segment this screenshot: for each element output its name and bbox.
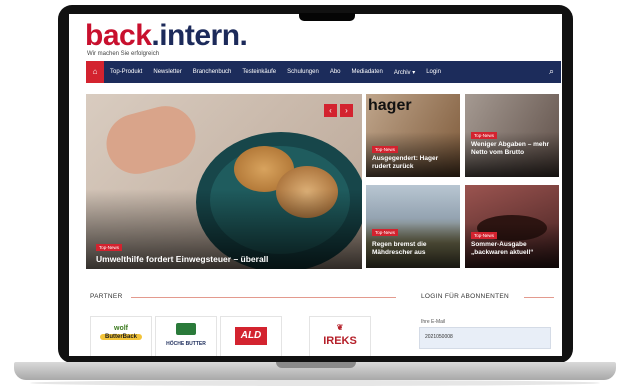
nav-item-abo[interactable]: Abo — [330, 69, 341, 75]
hero-title[interactable]: Umwelthilfe fordert Einwegsteuer – übera… — [96, 254, 268, 264]
nav-item-testeinkaeufe[interactable]: Testeinkäufe — [242, 69, 276, 75]
nav-item-branchenbuch[interactable]: Branchenbuch — [193, 69, 232, 75]
hand-image — [99, 99, 203, 181]
email-field[interactable]: 2021050008 — [419, 327, 551, 349]
partner-logo-ireks[interactable]: ❦ IREKS — [309, 316, 371, 356]
partner-logo-hoeche[interactable]: HÖCHE BUTTER — [155, 316, 217, 356]
news-badge: Top-News — [471, 232, 498, 239]
news-badge: Top-News — [372, 146, 399, 153]
partner-logo-ald[interactable]: ALD — [220, 316, 282, 356]
partner-hoeche-text: HÖCHE BUTTER — [166, 341, 206, 347]
laptop-shadow — [30, 380, 600, 386]
slider-prev-button[interactable]: ‹ — [324, 104, 337, 117]
main-navigation: ⌂ Top-Produkt Newsletter Branchenbuch Te… — [86, 61, 561, 83]
news-badge: Top-News — [471, 132, 498, 139]
site-logo[interactable]: back.intern. — [85, 19, 248, 52]
partner-wolf-text: wolf — [114, 325, 128, 332]
hero-badge: Top-News — [96, 244, 123, 251]
slider-next-button[interactable]: › — [340, 104, 353, 117]
news-card-abgaben[interactable]: Top-News Weniger Abgaben – mehr Netto vo… — [465, 94, 559, 177]
hager-logo-image: hager — [368, 97, 412, 114]
partner-ald-text: ALD — [235, 327, 267, 345]
partner-section-title: PARTNER — [90, 293, 123, 300]
nav-item-newsletter[interactable]: Newsletter — [153, 69, 181, 75]
partner-butterback-text: ButterBack — [100, 334, 142, 340]
search-icon[interactable]: ⌕ — [549, 66, 554, 77]
news-title: Ausgegendert: Hager rudert zurück — [372, 155, 439, 170]
home-icon[interactable]: ⌂ — [86, 61, 104, 83]
login-section-title: LOGIN FÜR ABONNENTEN — [421, 293, 509, 300]
logo-intern: .intern. — [151, 19, 248, 52]
news-title: Weniger Abgaben – mehr Netto vom Brutto — [471, 141, 550, 156]
ireks-emblem-icon: ❦ — [336, 323, 344, 332]
camera-notch — [299, 13, 355, 21]
nav-item-schulungen[interactable]: Schulungen — [287, 69, 319, 75]
nav-item-top-produkt[interactable]: Top-Produkt — [110, 69, 142, 75]
hoeche-icon — [176, 323, 196, 335]
news-badge: Top-News — [372, 229, 399, 236]
news-card-sommer[interactable]: Top-News Sommer-Ausgabe „backwaren aktue… — [465, 185, 559, 268]
email-label: Ihre E-Mail — [421, 319, 446, 325]
section-divider — [131, 297, 396, 298]
partner-ireks-text: IREKS — [323, 335, 357, 347]
logo-back: back — [85, 19, 152, 52]
news-title: Sommer-Ausgabe „backwaren aktuell“ — [471, 241, 534, 256]
nav-item-archiv[interactable]: Archiv ▾ — [394, 69, 415, 76]
news-card-regen[interactable]: Top-News Regen bremst die Mähdrescher au… — [366, 185, 460, 268]
news-card-hager[interactable]: hager Top-News Ausgegendert: Hager ruder… — [366, 94, 460, 177]
partner-logo-wolf[interactable]: wolf ButterBack — [90, 316, 152, 356]
section-divider — [524, 297, 554, 298]
nav-item-mediadaten[interactable]: Mediadaten — [352, 69, 383, 75]
browser-screen: back.intern. Wir machen Sie erfolgreich … — [69, 14, 562, 356]
hero-slide[interactable]: ‹ › Top-News Umwelthilfe fordert Einwegs… — [86, 94, 362, 269]
laptop-base-notch — [276, 362, 356, 368]
site-tagline: Wir machen Sie erfolgreich — [87, 51, 160, 57]
nav-item-login[interactable]: Login — [426, 69, 441, 75]
email-value: 2021050008 — [425, 334, 453, 340]
news-title: Regen bremst die Mähdrescher aus — [372, 241, 427, 256]
